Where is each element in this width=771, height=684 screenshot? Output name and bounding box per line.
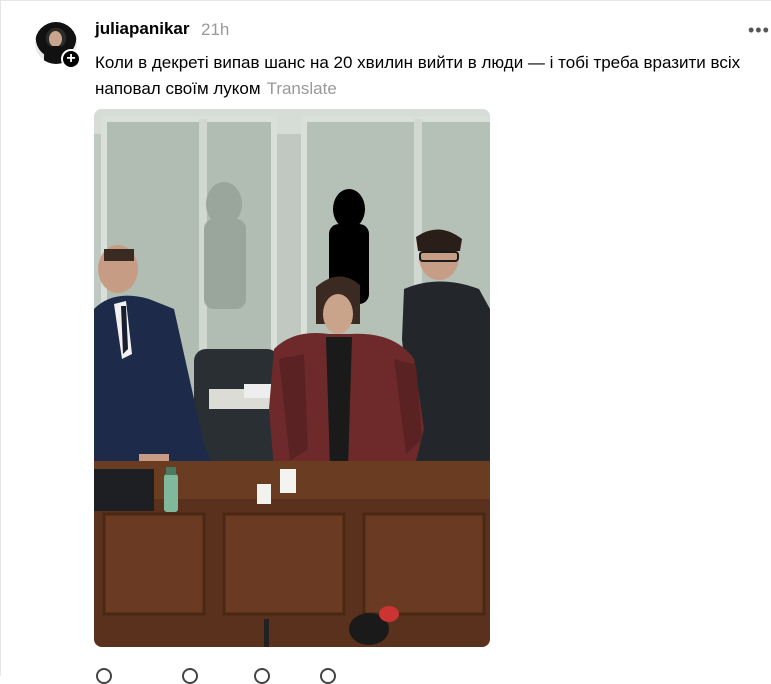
avatar-face: [49, 31, 62, 47]
repost-icon[interactable]: [254, 668, 270, 684]
share-icon[interactable]: [320, 668, 336, 684]
comment-icon[interactable]: [182, 668, 198, 684]
username[interactable]: juliapanikar: [95, 19, 189, 39]
heart-icon[interactable]: [96, 668, 112, 684]
more-icon[interactable]: •••: [748, 20, 770, 41]
post-image[interactable]: [94, 109, 490, 647]
follow-plus-icon[interactable]: +: [61, 49, 81, 69]
post-time[interactable]: 21h: [201, 20, 229, 40]
translate-link[interactable]: Translate: [267, 79, 337, 98]
action-bar: [94, 668, 394, 684]
post-body: Коли в декреті випав шанс на 20 хвилин в…: [95, 53, 741, 98]
post-text: Коли в декреті випав шанс на 20 хвилин в…: [95, 50, 767, 102]
courtroom-photo: [94, 109, 490, 647]
